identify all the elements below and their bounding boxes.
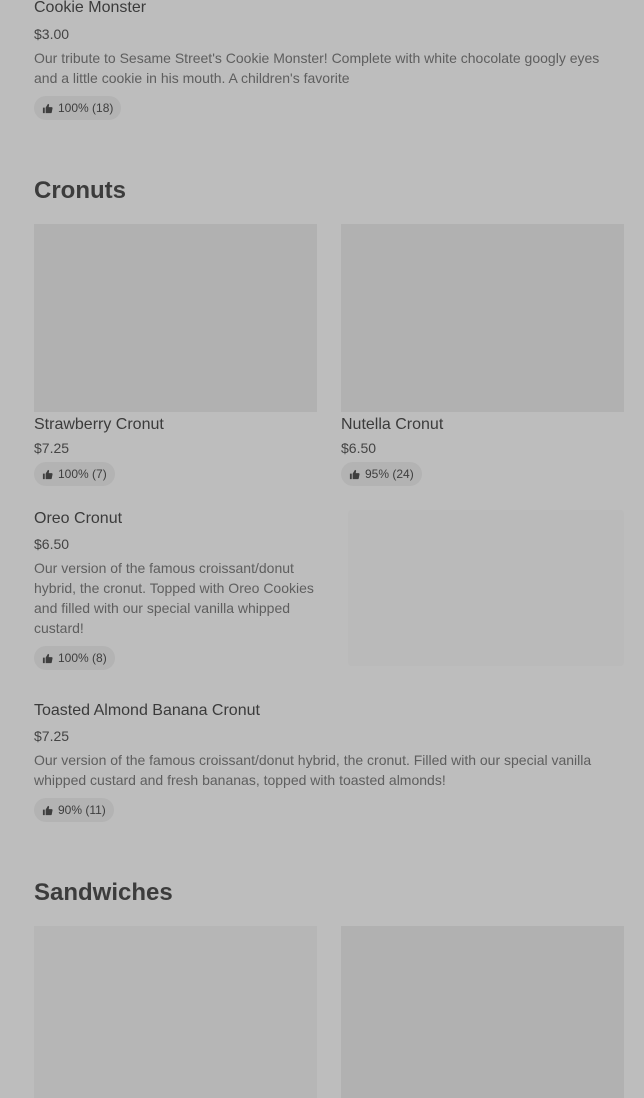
rating-badge: 90% (11) — [34, 798, 114, 822]
item-name: Cookie Monster — [34, 0, 147, 16]
item-name: Strawberry Cronut — [34, 416, 164, 433]
menu-item-oreo-cronut[interactable]: Oreo Cronut $6.50 Our version of the fam… — [34, 508, 624, 674]
rating-badge: 95% (24) — [341, 462, 422, 486]
item-name: Toasted Almond Banana Cronut — [34, 702, 260, 719]
menu-item-sandwich-image-1[interactable] — [34, 926, 317, 1098]
item-name: Oreo Cronut — [34, 510, 123, 527]
menu-item-nutella-cronut[interactable]: Nutella Cronut $6.50 95% (24) — [341, 224, 624, 490]
rating-text: 100% (18) — [58, 101, 114, 115]
item-price: $6.50 — [341, 440, 377, 456]
thumbs-up-icon — [42, 653, 53, 663]
item-image — [341, 224, 624, 412]
menu-item-toasted-almond-banana-cronut[interactable]: Toasted Almond Banana Cronut $7.25 Our v… — [34, 700, 624, 826]
thumbs-up-icon — [42, 805, 53, 815]
section-title-cronuts: Cronuts — [34, 177, 126, 204]
item-image — [34, 224, 317, 412]
item-price: $6.50 — [34, 536, 70, 552]
item-price: $3.00 — [34, 26, 70, 42]
menu-item-strawberry-cronut[interactable]: Strawberry Cronut $7.25 100% (7) — [34, 224, 317, 490]
menu-item-sandwich-image-2[interactable] — [341, 926, 624, 1098]
rating-badge: 100% (18) — [34, 96, 122, 120]
item-description: Our version of the famous croissant/donu… — [34, 560, 314, 636]
rating-text: 90% (11) — [58, 803, 106, 817]
item-name: Nutella Cronut — [341, 416, 444, 433]
item-price: $7.25 — [34, 728, 70, 744]
section-title-sandwiches: Sandwiches — [34, 879, 173, 906]
thumbs-up-icon — [42, 103, 53, 113]
thumbs-up-icon — [42, 469, 53, 479]
rating-text: 100% (8) — [58, 651, 107, 665]
item-price: $7.25 — [34, 440, 70, 456]
rating-text: 100% (7) — [58, 467, 107, 481]
rating-badge: 100% (8) — [34, 646, 115, 670]
rating-badge: 100% (7) — [34, 462, 115, 486]
menu-item-cookie-monster[interactable]: Cookie Monster $3.00 Our tribute to Sesa… — [0, 0, 644, 134]
item-image — [348, 510, 624, 666]
item-description: Our version of the famous croissant/donu… — [34, 752, 592, 788]
item-description: Our tribute to Sesame Street's Cookie Mo… — [34, 50, 600, 86]
thumbs-up-icon — [349, 469, 360, 479]
rating-text: 95% (24) — [365, 467, 414, 481]
